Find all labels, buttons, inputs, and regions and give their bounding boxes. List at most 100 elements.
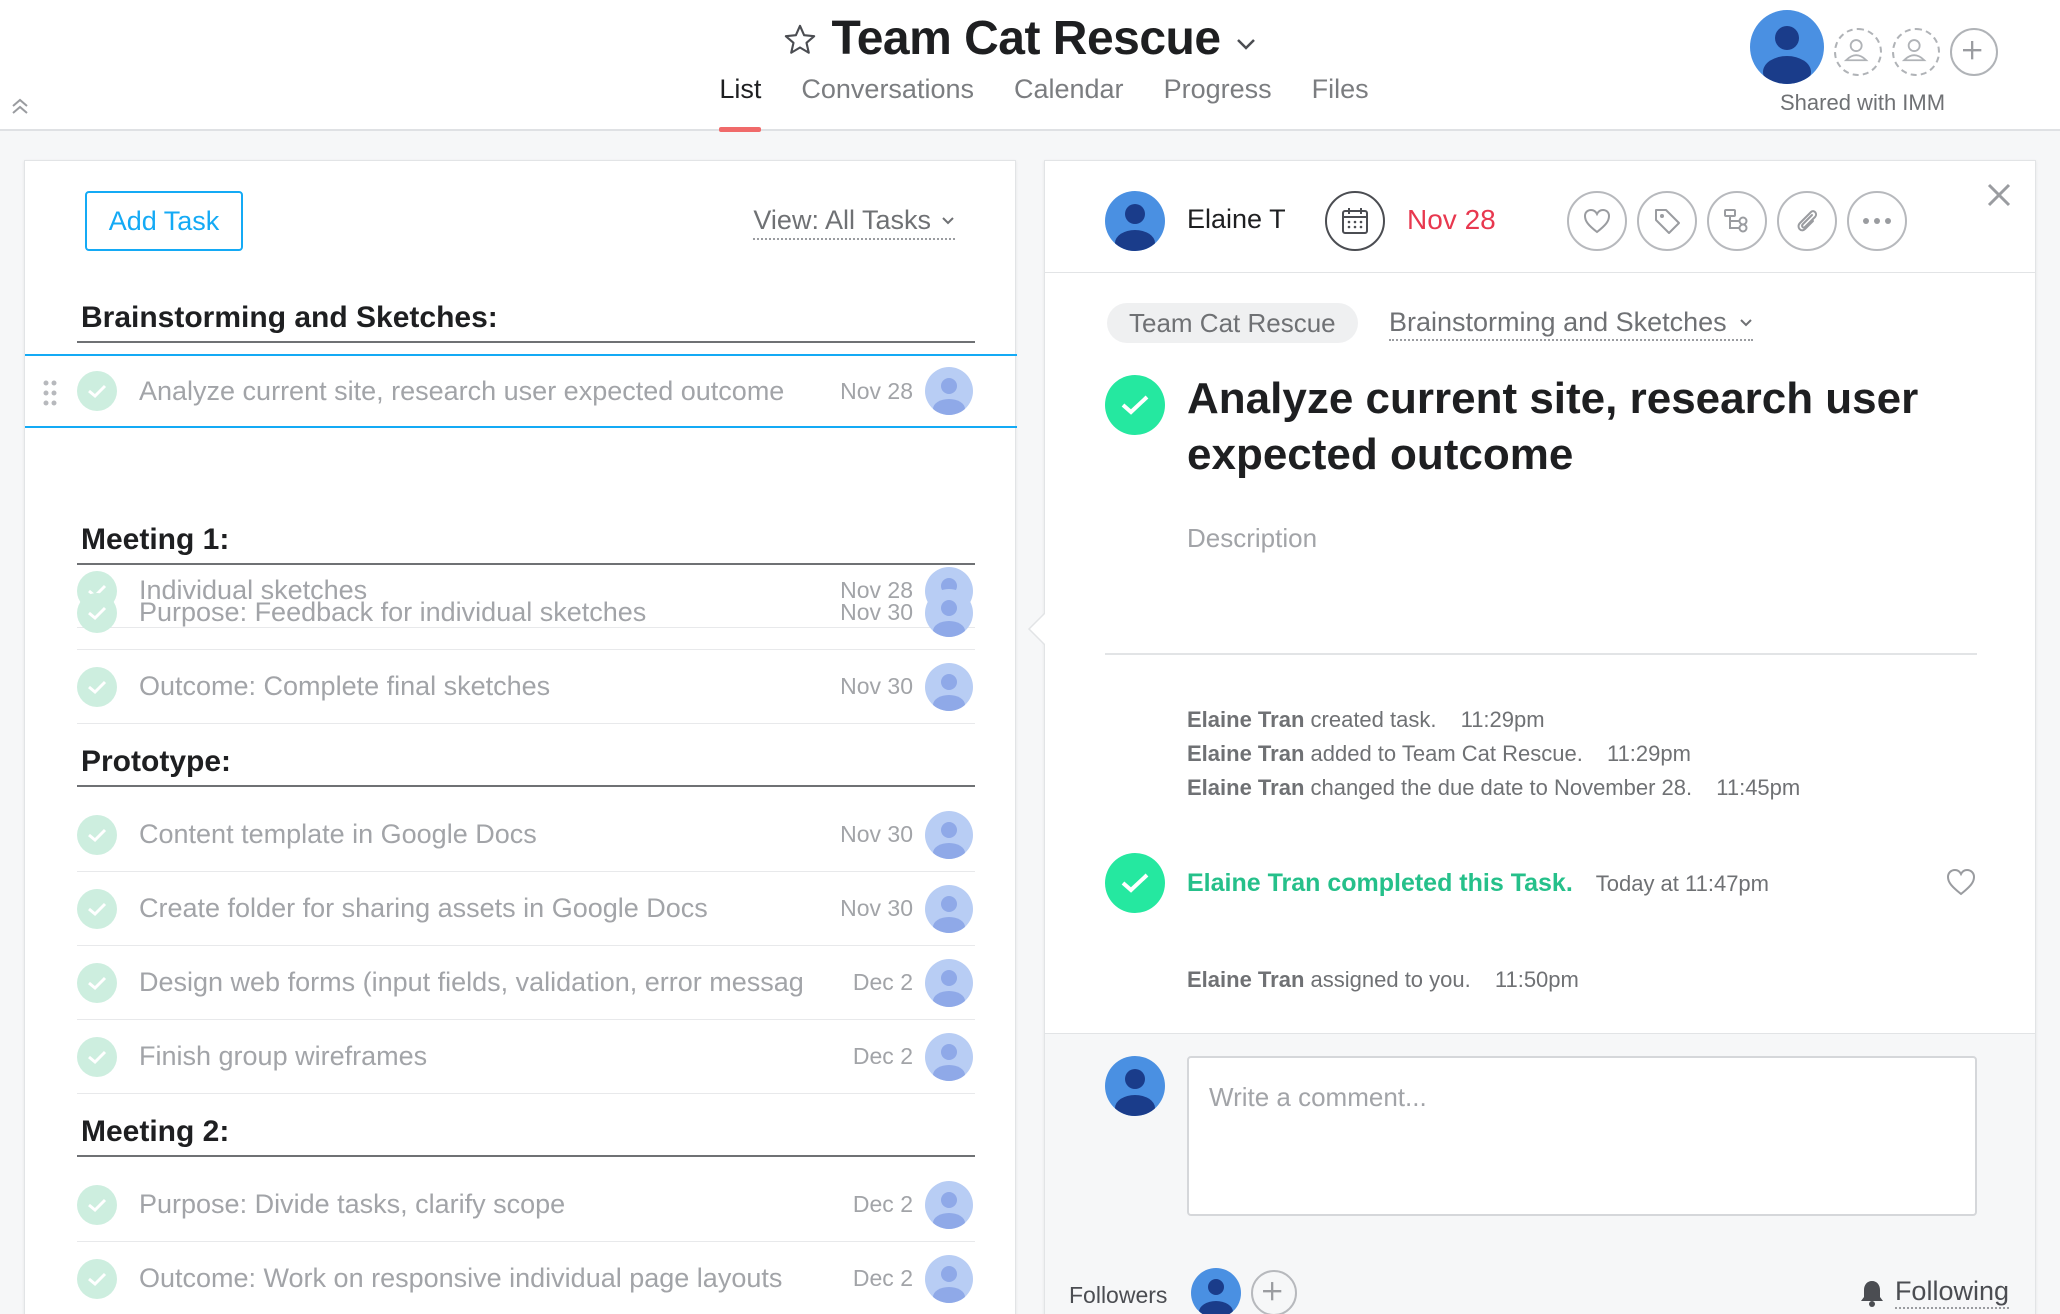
- tab-progress[interactable]: Progress: [1164, 74, 1272, 130]
- task-title[interactable]: Analyze current site, research user expe…: [139, 376, 821, 407]
- chevron-down-icon: [1739, 318, 1752, 326]
- comment-input[interactable]: Write a comment...: [1187, 1056, 1977, 1216]
- task-row[interactable]: Content template in Google Docs Nov 30: [77, 798, 975, 872]
- task-row[interactable]: Finish group wireframes Dec 2: [77, 1020, 975, 1094]
- task-title[interactable]: Purpose: Feedback for individual sketche…: [139, 597, 821, 628]
- task-title[interactable]: Outcome: Work on responsive individual p…: [139, 1263, 821, 1294]
- attachment-button[interactable]: [1777, 191, 1837, 251]
- assignee-avatar[interactable]: [925, 367, 973, 415]
- empty-member-slot[interactable]: [1892, 28, 1940, 76]
- add-task-button[interactable]: Add Task: [85, 191, 243, 251]
- assignee-name[interactable]: Elaine T: [1187, 204, 1286, 235]
- follower-avatar[interactable]: [1191, 1268, 1241, 1314]
- task-due-date[interactable]: Nov 30: [821, 599, 913, 626]
- section-dropdown-label: Brainstorming and Sketches: [1389, 307, 1727, 337]
- task-due-date[interactable]: Nov 30: [821, 673, 913, 700]
- assignee-avatar[interactable]: [925, 1180, 973, 1229]
- activity-actor[interactable]: Elaine Tran: [1187, 707, 1304, 732]
- view-filter-dropdown[interactable]: View: All Tasks: [753, 205, 955, 240]
- drag-handle-icon[interactable]: [43, 380, 57, 406]
- completed-text[interactable]: Elaine Tran completed this Task.: [1187, 869, 1573, 897]
- more-icon: [1863, 218, 1891, 224]
- add-follower-button[interactable]: [1251, 1270, 1297, 1314]
- task-complete-checkbox[interactable]: [77, 592, 117, 633]
- task-due-date[interactable]: Nov 28: [821, 378, 913, 405]
- assignee-avatar[interactable]: [925, 588, 973, 637]
- project-title[interactable]: Team Cat Rescue: [831, 11, 1221, 66]
- description-field[interactable]: Description: [1187, 523, 1317, 554]
- more-actions-button[interactable]: [1847, 191, 1907, 251]
- heart-icon[interactable]: [1945, 867, 1977, 897]
- tab-conversations[interactable]: Conversations: [801, 74, 974, 130]
- tab-list[interactable]: List: [719, 74, 762, 132]
- avatar[interactable]: [1750, 10, 1824, 84]
- assignee-avatar[interactable]: [925, 662, 973, 711]
- task-complete-checkbox[interactable]: [77, 888, 117, 929]
- activity-actor[interactable]: Elaine Tran: [1187, 967, 1304, 992]
- activity-text: changed the due date to November 28.: [1310, 775, 1693, 800]
- assignee-avatar[interactable]: [925, 958, 973, 1007]
- task-due-date[interactable]: Dec 2: [821, 1043, 913, 1070]
- task-row[interactable]: Purpose: Divide tasks, clarify scope Dec…: [77, 1168, 975, 1242]
- activity-actor[interactable]: Elaine Tran: [1187, 741, 1304, 766]
- due-date-button[interactable]: [1325, 191, 1385, 251]
- add-member-button[interactable]: [1950, 28, 1998, 76]
- task-due-date[interactable]: Dec 2: [821, 1265, 913, 1292]
- task-complete-checkbox[interactable]: [77, 1258, 117, 1299]
- task-title[interactable]: Design web forms (input fields, validati…: [139, 967, 821, 998]
- task-title[interactable]: Content template in Google Docs: [139, 819, 821, 850]
- task-row[interactable]: Design web forms (input fields, validati…: [77, 946, 975, 1020]
- task-title-heading[interactable]: Analyze current site, research user expe…: [1187, 371, 1967, 483]
- task-due-date[interactable]: Nov 30: [821, 895, 913, 922]
- task-due-date[interactable]: Nov 30: [821, 821, 913, 848]
- task-row[interactable]: Purpose: Feedback for individual sketche…: [77, 576, 975, 650]
- following-toggle[interactable]: Following: [1859, 1276, 2009, 1309]
- check-icon: [88, 606, 107, 620]
- task-complete-checkbox[interactable]: [77, 814, 117, 855]
- task-title[interactable]: Purpose: Divide tasks, clarify scope: [139, 1189, 821, 1220]
- chevron-down-icon: [942, 216, 954, 224]
- section-header[interactable]: Meeting 1:: [77, 523, 975, 565]
- empty-member-slot[interactable]: [1834, 28, 1882, 76]
- task-complete-checkbox[interactable]: [77, 1184, 117, 1225]
- assignee-avatar[interactable]: [925, 810, 973, 859]
- close-icon[interactable]: [1985, 181, 2013, 209]
- task-due-date[interactable]: Dec 2: [821, 1191, 913, 1218]
- task-row[interactable]: Outcome: Work on responsive individual p…: [77, 1242, 975, 1314]
- task-complete-checkbox[interactable]: [77, 666, 117, 707]
- task-detail-panel: Elaine T Nov 28 Team Cat Rescue Brainsto…: [1027, 160, 2036, 1314]
- subtasks-button[interactable]: [1707, 191, 1767, 251]
- activity-time: 11:50pm: [1494, 967, 1579, 992]
- project-pill[interactable]: Team Cat Rescue: [1107, 303, 1358, 343]
- activity-text: assigned to you.: [1310, 967, 1471, 992]
- activity-actor[interactable]: Elaine Tran: [1187, 775, 1304, 800]
- section-header[interactable]: Brainstorming and Sketches:: [77, 301, 975, 343]
- task-title[interactable]: Finish group wireframes: [139, 1041, 821, 1072]
- star-icon[interactable]: [783, 23, 817, 57]
- section-dropdown[interactable]: Brainstorming and Sketches: [1389, 307, 1753, 341]
- task-title[interactable]: Create folder for sharing assets in Goog…: [139, 893, 821, 924]
- tab-files[interactable]: Files: [1312, 74, 1369, 130]
- mark-complete-button[interactable]: [1105, 375, 1165, 435]
- tags-button[interactable]: [1637, 191, 1697, 251]
- section-header[interactable]: Prototype:: [77, 745, 975, 787]
- task-row[interactable]: Outcome: Complete final sketches Nov 30: [77, 650, 975, 724]
- like-button[interactable]: [1567, 191, 1627, 251]
- shared-with-label[interactable]: Shared with IMM: [1780, 90, 1945, 116]
- section-header[interactable]: Meeting 2:: [77, 1115, 975, 1157]
- person-icon: [933, 821, 965, 859]
- due-date-text[interactable]: Nov 28: [1407, 204, 1496, 236]
- task-complete-checkbox[interactable]: [77, 371, 117, 411]
- task-due-date[interactable]: Dec 2: [821, 969, 913, 996]
- task-row[interactable]: Create folder for sharing assets in Goog…: [77, 872, 975, 946]
- task-row[interactable]: Analyze current site, research user expe…: [25, 354, 1017, 428]
- assignee-avatar[interactable]: [925, 884, 973, 933]
- task-title[interactable]: Outcome: Complete final sketches: [139, 671, 821, 702]
- chevron-down-icon[interactable]: [1235, 37, 1257, 51]
- assignee-avatar[interactable]: [1105, 191, 1165, 251]
- tab-calendar[interactable]: Calendar: [1014, 74, 1124, 130]
- assignee-avatar[interactable]: [925, 1032, 973, 1081]
- task-complete-checkbox[interactable]: [77, 1036, 117, 1077]
- assignee-avatar[interactable]: [925, 1254, 973, 1303]
- task-complete-checkbox[interactable]: [77, 962, 117, 1003]
